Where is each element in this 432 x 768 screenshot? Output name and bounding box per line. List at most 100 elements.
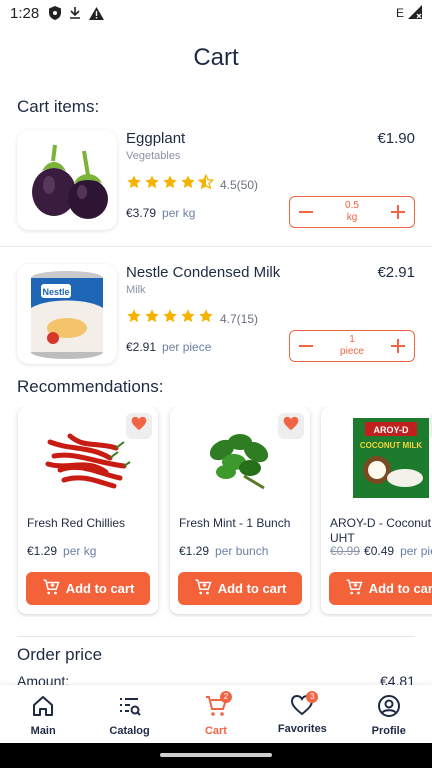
favorites-badge: 3 [306,691,319,703]
rating-text: 4.7(15) [220,311,259,326]
warning-icon [89,6,105,20]
quantity-display: 0.5 kg [322,200,382,224]
star-icon [162,174,178,195]
item-name[interactable]: Eggplant [126,130,185,147]
product-label: COCONUT MILK [360,441,422,450]
unit-price-value: €2.91 [126,340,157,354]
nav-label: Cart [204,725,227,737]
add-to-cart-label: Add to cart [65,581,135,596]
decrease-button[interactable] [290,331,322,361]
add-to-cart-button[interactable]: Add to cart [178,572,302,605]
home-gesture-handle[interactable] [160,753,272,757]
nav-main[interactable]: Main [3,685,83,737]
quantity-unit: piece [340,346,364,357]
star-icon [180,174,196,195]
add-to-cart-button[interactable]: Add to cart [26,572,150,605]
cart-plus-icon [42,578,60,599]
nav-cart[interactable]: 2 Cart [176,685,256,737]
unit-label: per kg [63,544,97,558]
product-price: €1.29 per bunch [179,544,268,558]
add-to-cart-label: Add to cart [217,581,287,596]
price-value: €1.29 [179,544,210,558]
cart-items-heading: Cart items: [17,97,100,116]
price-value: €0.49 [364,544,395,558]
quantity-stepper[interactable]: 1 piece [289,330,415,362]
increase-button[interactable] [382,331,414,361]
price-value: €1.29 [27,544,58,558]
favorite-button[interactable] [278,413,304,439]
download-status-icon [69,6,81,20]
nav-profile[interactable]: Profile [349,685,429,737]
star-icon [126,174,142,195]
network-type: E [395,6,404,20]
page-title: Cart [193,44,239,71]
quantity-unit: kg [346,212,358,223]
item-unit-price: €3.79 per kg [126,206,195,220]
star-icon [162,308,178,329]
product-name[interactable]: Fresh Red Chillies [27,516,157,531]
star-icon [144,308,160,329]
star-icon [144,174,160,195]
add-to-cart-label: Add to cart [368,581,432,596]
condensed-milk-image: Nestle [17,264,117,364]
item-rating: 4.7(15) [126,308,258,329]
cart-item[interactable]: Nestle Nestle Condensed Milk Milk €2.91 … [0,264,432,382]
recommendations-heading: Recommendations: [17,377,164,396]
recommendations-carousel[interactable]: Fresh Red Chillies €1.29 per kg Add to ca… [0,407,432,617]
item-category: Vegetables [126,150,181,162]
shield-icon [49,6,62,20]
profile-icon [377,694,401,723]
item-category: Milk [126,284,146,296]
item-total-price: €2.91 [377,264,415,281]
product-card[interactable]: AROY-D COCONUT MILK AROY-D - Coconut Mil… [321,407,432,614]
nav-label: Profile [371,725,406,737]
status-time: 1:28 [10,4,40,22]
cart-plus-icon [194,578,212,599]
item-name[interactable]: Nestle Condensed Milk [126,264,280,281]
cart-badge: 2 [219,691,232,703]
order-price-heading: Order price [17,645,103,664]
unit-label: per piece [400,544,432,558]
unit-label: per piece [162,340,212,354]
quantity-value: 0.5 [345,200,359,211]
unit-label: per kg [162,206,196,220]
eggplant-image [17,130,117,230]
nav-label: Main [30,725,56,737]
divider [17,636,415,637]
home-icon [31,694,55,723]
system-navigation-bar [0,743,432,768]
nav-favorites[interactable]: 3 Favorites [262,685,342,735]
signal-icon [408,4,422,22]
rating-text: 4.5(50) [220,177,259,192]
favorite-button[interactable] [126,413,152,439]
brand-label: AROY-D [373,425,409,435]
heart-filled-icon [131,416,147,436]
nav-label: Catalog [109,725,150,737]
bottom-navigation: Main Catalog 2 Cart 3 Favorites Profile [0,685,432,743]
product-card[interactable]: Fresh Mint - 1 Bunch €1.29 per bunch Add … [170,407,310,614]
item-rating: 4.5(50) [126,173,259,195]
star-half-icon [197,173,215,195]
decrease-button[interactable] [290,197,322,227]
status-bar: 1:28 E [0,0,432,26]
product-card[interactable]: Fresh Red Chillies €1.29 per kg Add to ca… [18,407,158,614]
star-icon [198,308,214,329]
item-unit-price: €2.91 per piece [126,340,211,354]
cart-item[interactable]: Eggplant Vegetables €1.90 4.5(50) €3.79 p… [0,130,432,248]
increase-button[interactable] [382,197,414,227]
quantity-display: 1 piece [322,334,382,358]
quantity-stepper[interactable]: 0.5 kg [289,196,415,228]
add-to-cart-button[interactable]: Add to cart [329,572,432,605]
product-name[interactable]: Fresh Mint - 1 Bunch [179,516,309,531]
product-name[interactable]: AROY-D - Coconut Milk UHT [330,516,432,546]
star-icon [126,308,142,329]
product-price: €1.29 per kg [27,544,96,558]
divider [0,246,432,247]
coconut-milk-image: AROY-D COCONUT MILK [321,407,432,507]
nav-catalog[interactable]: Catalog [90,685,170,737]
old-price: €0.99 [330,544,361,558]
unit-price-value: €3.79 [126,206,157,220]
unit-label: per bunch [215,544,269,558]
quantity-value: 1 [349,334,355,345]
cart-plus-icon [345,578,363,599]
